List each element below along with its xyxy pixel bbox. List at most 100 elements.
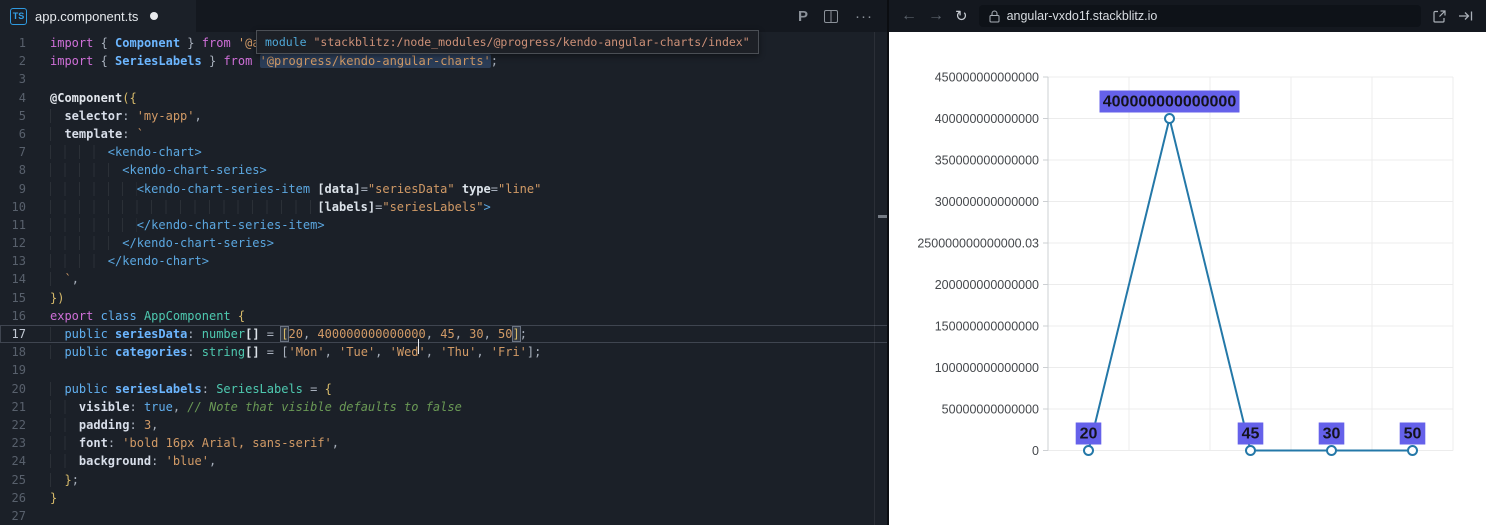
data-label: 45 [1242,426,1260,443]
line-number: 16 [11,308,26,323]
chart-point-marker[interactable] [1164,113,1175,124]
chart-point-marker[interactable] [1083,445,1094,456]
more-actions-icon[interactable]: ··· [855,8,873,25]
code-line[interactable]: 20 public seriesLabels: SeriesLabels = { [0,380,888,398]
code-line[interactable]: 17 public seriesData: number[] = [20, 40… [0,325,888,354]
code-text: <kendo-chart-series> [50,161,267,179]
code-text: import { SeriesLabels } from '@progress/… [50,54,498,69]
code-line[interactable]: 11 </kendo-chart-series-item> [0,216,888,234]
editor-scrollbar[interactable] [874,32,888,525]
code-line[interactable]: 3 [0,70,888,88]
chart-point-marker[interactable] [1245,445,1256,456]
code-text: `, [50,270,79,288]
dock-preview-icon[interactable] [1458,9,1474,23]
code-text: </kendo-chart> [50,252,209,270]
code-line[interactable]: 14 `, [0,270,888,288]
code-line[interactable]: 18 public categories: string[] = ['Mon',… [0,343,888,361]
code-text: export class AppComponent { [50,308,246,323]
open-in-new-window-icon[interactable] [1432,9,1447,24]
code-line[interactable]: 26} [0,489,888,507]
y-tick-label: 150000000000000 [935,320,1039,334]
code-line[interactable]: 21 visible: true, // Note that visible d… [0,398,888,416]
line-number: 21 [11,399,26,414]
code-text: font: 'bold 16px Arial, sans-serif', [50,434,339,452]
line-number: 27 [11,508,26,523]
line-number: 7 [18,145,26,160]
y-tick-label: 450000000000000 [935,71,1039,85]
typescript-file-icon: TS [10,7,27,25]
data-label: 30 [1323,426,1341,443]
code-line[interactable]: 5 selector: 'my-app', [0,107,888,125]
line-number: 25 [11,472,26,487]
url-text: angular-vxdo1f.stackblitz.io [1006,9,1158,23]
back-icon[interactable]: ← [901,8,917,24]
code-text: @Component({ [50,90,137,105]
code-line[interactable]: 24 background: 'blue', [0,452,888,470]
line-number: 18 [11,345,26,360]
code-text: background: 'blue', [50,452,216,470]
code-line[interactable]: 19 [0,361,888,379]
line-number: 3 [18,72,26,87]
code-text: padding: 3, [50,416,158,434]
code-line[interactable]: 2 import { SeriesLabels } from '@progress… [0,52,888,70]
tab-title: app.component.ts [35,8,139,24]
preview-navbar: ← → ↻ angular-vxdo1f.stackblitz.io [889,0,1486,32]
line-number: 20 [11,381,26,396]
code-text: public seriesLabels: SeriesLabels = { [50,380,332,398]
top-bar: TS app.component.ts P ··· ← → ↻ angular-… [0,0,1486,32]
prettier-icon[interactable]: P [798,8,808,25]
code-line[interactable]: 27 [0,507,888,525]
code-editor[interactable]: 1import { Component } from '@angular/cor… [0,32,888,525]
line-number: 15 [11,290,26,305]
code-text: public seriesData: number[] = [20, 40000… [50,325,527,354]
lock-icon [989,10,1000,23]
line-number: 26 [11,490,26,505]
split-editor-icon[interactable] [824,9,839,23]
code-line[interactable]: 22 padding: 3, [0,416,888,434]
code-line[interactable]: 6 template: ` [0,125,888,143]
code-line[interactable]: 8 <kendo-chart-series> [0,161,888,179]
chart-point-marker[interactable] [1407,445,1418,456]
data-label: 50 [1404,426,1422,443]
code-line[interactable]: 9 <kendo-chart-series-item [data]="serie… [0,180,888,198]
forward-icon[interactable]: → [928,8,944,24]
code-line[interactable]: 23 font: 'bold 16px Arial, sans-serif', [0,434,888,452]
code-text: } [50,490,58,505]
code-line[interactable]: 12 </kendo-chart-series> [0,234,888,252]
unsaved-changes-dot-icon [150,12,159,20]
code-line[interactable]: 10 [labels]="seriesLabels"> [0,198,888,216]
y-tick-label: 250000000000000.03 [917,237,1039,251]
code-text: }) [50,290,65,305]
code-line[interactable]: 15}) [0,289,888,307]
data-label: 20 [1080,426,1098,443]
scrollbar-decoration [878,215,887,218]
line-number: 5 [18,108,26,123]
line-number: 11 [11,217,26,232]
line-number: 8 [18,163,26,178]
line-number: 4 [18,90,26,105]
code-text: visible: true, // Note that visible defa… [50,398,462,416]
code-text: <kendo-chart-series-item [data]="seriesD… [50,180,541,198]
code-line[interactable]: 7 <kendo-chart> [0,143,888,161]
line-number: 24 [11,454,26,469]
line-number: 2 [18,54,26,69]
code-area: 1import { Component } from '@angular/cor… [0,34,888,525]
line-number: 10 [11,199,26,214]
code-line[interactable]: 16 export class AppComponent { [0,307,888,325]
url-bar[interactable]: angular-vxdo1f.stackblitz.io [978,5,1421,27]
code-text: template: ` [50,125,144,143]
code-line[interactable]: 13 </kendo-chart> [0,252,888,270]
editor-toolbar: P ··· [798,0,873,32]
line-number: 6 [18,126,26,141]
editor-tab-app-component-ts[interactable]: TS app.component.ts [0,0,196,32]
code-text: </kendo-chart-series> [50,234,274,252]
code-line[interactable]: 4 @Component({ [0,89,888,107]
code-line[interactable]: 25 }; [0,471,888,489]
refresh-icon[interactable]: ↻ [955,9,968,24]
preview-pane: 450000000000000 400000000000000 3500000000… [889,32,1486,525]
y-tick-label: 400000000000000 [935,112,1039,126]
line-number: 14 [11,272,26,287]
line-number: 22 [11,417,26,432]
line-number: 9 [18,181,26,196]
chart-point-marker[interactable] [1326,445,1337,456]
